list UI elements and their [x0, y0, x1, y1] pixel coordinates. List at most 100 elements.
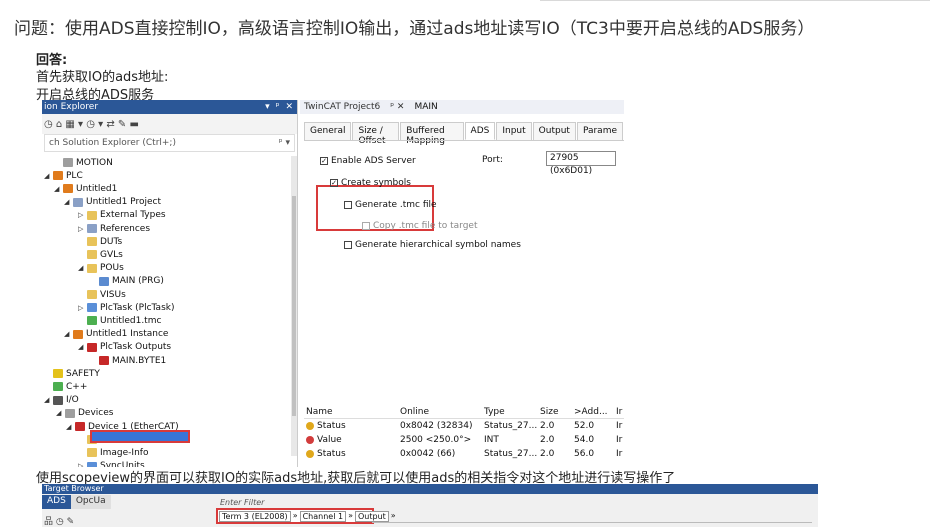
port-field[interactable]: 27905 (0x6D01) [546, 151, 616, 176]
tree-node-label: PLC [66, 170, 83, 181]
search-input[interactable]: ch Solution Explorer (Ctrl+;) [49, 138, 176, 148]
tab-output[interactable]: Output [532, 122, 576, 140]
step-text-1: 首先获取IO的ads地址: [36, 70, 169, 85]
column-in[interactable]: Ir [616, 407, 624, 417]
search-icon[interactable]: ᵖ ▾ [279, 138, 290, 148]
expand-arrow-icon[interactable]: ▷ [78, 211, 87, 219]
expand-arrow-icon[interactable]: ▷ [78, 304, 87, 312]
solution-explorer-toolbar[interactable]: ◷ ⌂ ▦ ▾ ◷ ▾ ⇄ ✎ ▬ [42, 114, 297, 134]
copy-tmc-checkbox[interactable]: Copy .tmc file to target [362, 221, 477, 231]
cell-type: Status_27... [484, 449, 538, 459]
tree-node[interactable]: ▷ External Types [78, 209, 166, 222]
cell-type: INT [484, 435, 499, 445]
tree-node[interactable]: MAIN (PRG) [90, 275, 164, 288]
table-row[interactable]: Status 0x0042 (66) Status_27... 2.0 56.0 Ir [304, 447, 624, 461]
expand-arrow-icon[interactable]: ◢ [44, 172, 53, 180]
red-node-icon [75, 422, 85, 431]
crumb-separator-icon: » [390, 511, 396, 520]
green-node-icon [53, 382, 63, 392]
cell-online: 0x8042 (32834) [400, 421, 473, 431]
table-row[interactable]: Status 0x8042 (32834) Status_27... 2.0 52.0 I… [304, 419, 624, 433]
tree-node[interactable]: ▷ References [78, 222, 150, 235]
tree-node-label: References [100, 223, 151, 234]
column-online[interactable]: Online [400, 407, 484, 417]
tree-node[interactable]: ◢ I/O [44, 394, 79, 407]
tab-pin-close-icons[interactable]: ᵖ ✕ [390, 102, 404, 112]
cell-addr: 52.0 [574, 421, 595, 431]
expand-arrow-icon[interactable]: ◢ [64, 198, 73, 206]
tree-node[interactable]: ◢ Untitled1 Instance [64, 328, 168, 341]
tree-node[interactable]: DUTs [78, 235, 122, 248]
tree-node[interactable]: Image-Info [78, 446, 148, 459]
expand-arrow-icon[interactable]: ◢ [56, 409, 65, 417]
tab-twincat-project[interactable]: TwinCAT Project6 [304, 102, 380, 112]
tab-main[interactable]: MAIN [414, 102, 437, 112]
tree-node-label: Devices [78, 408, 114, 419]
column-name[interactable]: Name [304, 407, 400, 417]
tree-node-label: SAFETY [66, 368, 100, 379]
tree-node[interactable]: MAIN.BYTE1 [90, 354, 166, 367]
expand-arrow-icon[interactable]: ◢ [64, 330, 73, 338]
tree-node[interactable]: ▷ PlcTask (PlcTask) [78, 301, 174, 314]
pin-icon[interactable]: ᵖ [276, 100, 280, 114]
crumb-output[interactable]: Output [354, 511, 389, 522]
create-symbols-checkbox[interactable]: ✓ Create symbols [330, 178, 411, 188]
enable-ads-server-checkbox[interactable]: ✓ Enable ADS Server [320, 156, 416, 166]
checkbox-unchecked-icon [362, 222, 370, 230]
tree-node[interactable]: ◢ POUs [78, 262, 124, 275]
tree-node-label: C++ [66, 381, 88, 392]
tab-input[interactable]: Input [496, 122, 532, 140]
tab-general[interactable]: General [304, 122, 352, 140]
checkbox-checked-icon: ✓ [330, 179, 338, 187]
target-browser-tools[interactable]: 品 ◷ ✎ [44, 514, 74, 527]
expand-arrow-icon[interactable]: ◢ [44, 396, 53, 404]
dropdown-icon[interactable]: ▾ [265, 100, 270, 114]
close-icon[interactable]: ✕ [285, 100, 293, 114]
target-browser-title: Target Browser [42, 484, 818, 494]
checkbox-checked-icon: ✓ [320, 157, 328, 165]
column-size[interactable]: Size [540, 407, 574, 417]
cell-addr: 54.0 [574, 435, 595, 445]
expand-arrow-icon[interactable]: ◢ [78, 343, 87, 351]
document-tabs: TwinCAT Project6 ᵖ ✕ MAIN [300, 100, 624, 114]
tree-node[interactable]: ▷ SyncUnits [78, 460, 145, 467]
tab-parameter[interactable]: Parame [576, 122, 623, 140]
tree-node[interactable]: ◢ PlcTask Outputs [78, 341, 171, 354]
column-address[interactable]: >Add... [574, 407, 616, 417]
tab-size-offset[interactable]: Size / Offset [352, 122, 400, 146]
tree-node[interactable]: Untitled1.tmc [78, 314, 161, 327]
column-type[interactable]: Type [484, 407, 540, 417]
tree-node[interactable]: ◢ PLC [44, 169, 83, 182]
expand-arrow-icon[interactable]: ◢ [78, 264, 87, 272]
expand-arrow-icon[interactable]: ◢ [54, 185, 63, 193]
tab-opcua[interactable]: OpcUa [70, 495, 111, 509]
cell-name: Status [304, 449, 400, 459]
expand-arrow-icon[interactable]: ◢ [66, 423, 75, 431]
tree-node-label: MAIN.BYTE1 [112, 355, 167, 366]
tree-node[interactable]: VISUs [78, 288, 126, 301]
expand-arrow-icon[interactable]: ▷ [78, 225, 87, 233]
tree-scrollbar[interactable] [291, 156, 297, 456]
tree-node[interactable]: ◢ Devices [56, 407, 113, 420]
tab-ads-browser[interactable]: ADS [42, 495, 71, 509]
tab-ads[interactable]: ADS [464, 122, 496, 140]
tree-node[interactable]: GVLs [78, 248, 123, 261]
tree-node-label: DUTs [100, 236, 123, 247]
variable-name: Status [317, 421, 346, 431]
tree-node[interactable]: ◢ Untitled1 Project [64, 196, 161, 209]
tree-node[interactable]: ◢ Untitled1 [54, 182, 117, 195]
generate-hierarchical-checkbox[interactable]: Generate hierarchical symbol names [344, 240, 521, 250]
question-text: 问题：使用ADS直接控制IO，高级语言控制IO输出，通过ads地址读写IO（TC… [14, 19, 815, 39]
solution-explorer-search[interactable]: ch Solution Explorer (Ctrl+;) ᵖ ▾ [44, 134, 295, 152]
tree-node[interactable]: MOTION [54, 156, 113, 169]
crumb-channel[interactable]: Channel 1 [299, 511, 347, 522]
filter-label: Enter Filter [220, 498, 265, 507]
generate-tmc-checkbox[interactable]: Generate .tmc file [344, 200, 437, 210]
tree-node[interactable]: SAFETY [44, 367, 100, 380]
scrollbar-thumb[interactable] [292, 196, 296, 416]
tree-node[interactable]: C++ [44, 380, 87, 393]
table-row[interactable]: Value 2500 <250.0°> INT 2.0 54.0 Ir [304, 433, 624, 447]
tab-buffered-mapping[interactable]: Buffered Mapping [400, 122, 464, 146]
target-browser-grid [372, 522, 812, 527]
crumb-terminal[interactable]: Term 3 (EL2008) [219, 511, 291, 522]
